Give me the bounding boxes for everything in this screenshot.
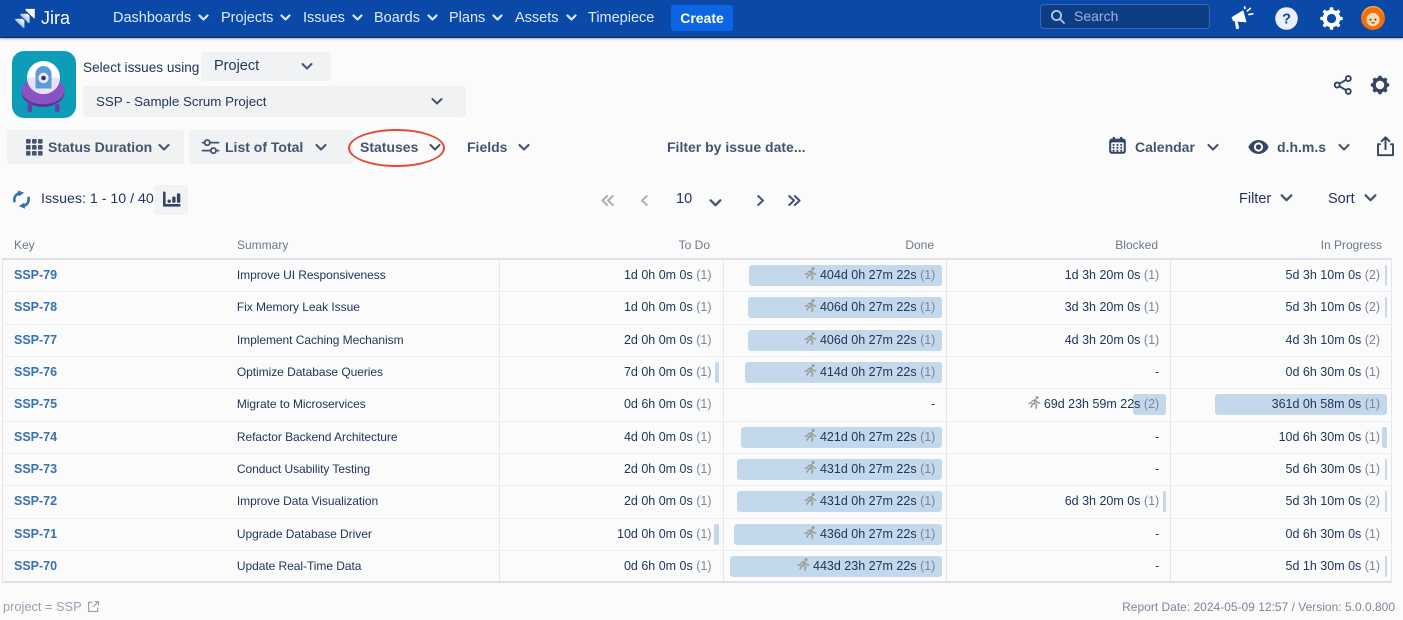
svg-text:?: ?: [1282, 12, 1291, 28]
